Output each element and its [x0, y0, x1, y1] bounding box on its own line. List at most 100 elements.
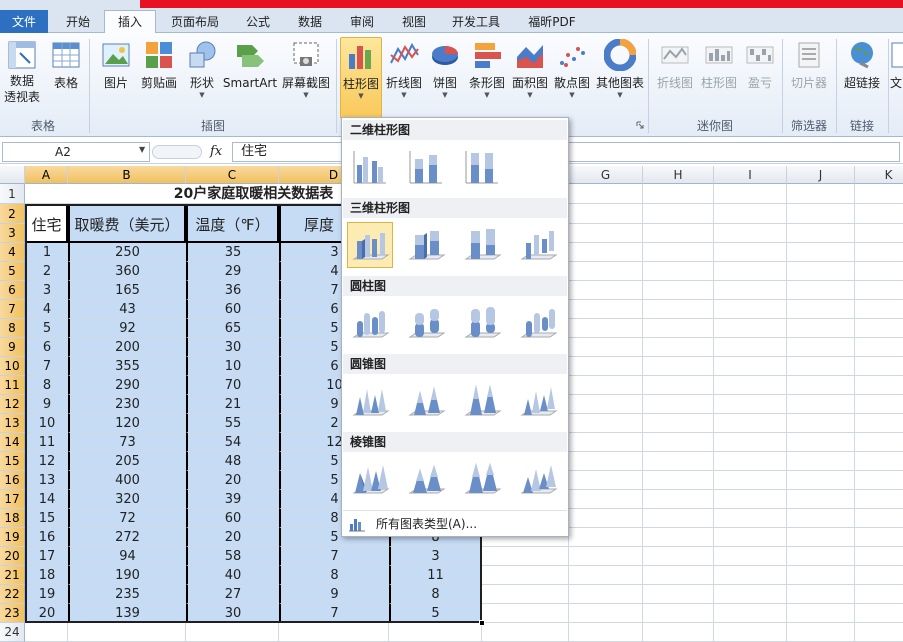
grid-cell[interactable]	[855, 319, 903, 338]
grid-cell[interactable]	[787, 224, 855, 243]
grid-cell[interactable]	[787, 395, 855, 414]
grid-cell[interactable]	[643, 547, 714, 566]
table-cell[interactable]: 8	[279, 566, 389, 585]
grid-cell[interactable]	[714, 357, 787, 376]
grid-cell[interactable]	[714, 395, 787, 414]
pie-chart-button[interactable]: 饼图 ▼	[426, 37, 464, 115]
row-header[interactable]: 3	[0, 224, 25, 243]
grid-cell[interactable]	[787, 452, 855, 471]
grid-cell[interactable]	[569, 566, 643, 585]
grid-cell[interactable]	[714, 547, 787, 566]
table-cell[interactable]: 10	[25, 414, 68, 433]
grid-cell[interactable]	[643, 319, 714, 338]
tab-insert[interactable]: 插入	[104, 10, 156, 35]
table-cell[interactable]: 72	[68, 509, 186, 528]
grid-cell[interactable]	[855, 376, 903, 395]
chart-2d-stacked-column[interactable]	[403, 144, 449, 190]
chart-pyramid-100-stacked[interactable]	[459, 456, 505, 502]
grid-cell[interactable]	[787, 300, 855, 319]
table-cell[interactable]: 139	[68, 604, 186, 623]
row-header[interactable]: 1	[0, 184, 25, 204]
chart-3d-100-stacked-column[interactable]	[459, 222, 505, 268]
grid-cell[interactable]	[787, 509, 855, 528]
grid-cell[interactable]	[569, 376, 643, 395]
grid-cell[interactable]	[569, 585, 643, 604]
table-cell[interactable]: 3	[389, 547, 482, 566]
tab-view[interactable]: 视图	[390, 12, 438, 34]
other-charts-button[interactable]: 其他图表 ▼	[594, 37, 646, 115]
row-header[interactable]: 6	[0, 281, 25, 300]
grid-cell[interactable]	[714, 224, 787, 243]
column-chart-button[interactable]: 柱形图 ▼	[340, 37, 382, 119]
grid-cell[interactable]	[643, 281, 714, 300]
grid-cell[interactable]	[787, 414, 855, 433]
grid-cell[interactable]	[855, 623, 903, 642]
chart-2d-100-stacked-column[interactable]	[459, 144, 505, 190]
grid-cell[interactable]	[569, 357, 643, 376]
chart-cone-clustered[interactable]	[347, 378, 393, 424]
select-all-corner[interactable]	[0, 166, 25, 184]
grid-cell[interactable]	[855, 224, 903, 243]
table-cell[interactable]: 30	[186, 338, 279, 357]
grid-cell[interactable]	[68, 623, 186, 642]
grid-cell[interactable]	[855, 433, 903, 452]
grid-cell[interactable]	[482, 585, 569, 604]
grid-cell[interactable]	[787, 433, 855, 452]
table-cell[interactable]: 320	[68, 490, 186, 509]
table-header-cell[interactable]: 温度（℉）	[186, 204, 279, 243]
grid-cell[interactable]	[643, 338, 714, 357]
grid-cell[interactable]	[569, 604, 643, 623]
grid-cell[interactable]	[787, 585, 855, 604]
grid-cell[interactable]	[643, 433, 714, 452]
grid-cell[interactable]	[855, 204, 903, 224]
table-cell[interactable]: 360	[68, 262, 186, 281]
grid-cell[interactable]	[643, 566, 714, 585]
sparkline-line-button[interactable]: 折线图	[654, 37, 696, 115]
row-header[interactable]: 12	[0, 395, 25, 414]
grid-cell[interactable]	[855, 452, 903, 471]
table-cell[interactable]: 8	[389, 585, 482, 604]
chart-pyramid-stacked[interactable]	[403, 456, 449, 502]
table-cell[interactable]: 94	[68, 547, 186, 566]
table-cell[interactable]: 20	[25, 604, 68, 623]
chart-cone-3d[interactable]	[515, 378, 561, 424]
grid-cell[interactable]	[714, 490, 787, 509]
grid-cell[interactable]	[787, 319, 855, 338]
table-cell[interactable]: 20	[186, 528, 279, 547]
grid-cell[interactable]	[855, 566, 903, 585]
grid-cell[interactable]	[482, 566, 569, 585]
insert-function-icon[interactable]: fx	[210, 142, 230, 162]
grid-cell[interactable]	[855, 509, 903, 528]
row-header[interactable]: 4	[0, 243, 25, 262]
grid-cell[interactable]	[787, 281, 855, 300]
column-header[interactable]: B	[68, 166, 186, 184]
row-header[interactable]: 14	[0, 433, 25, 452]
grid-cell[interactable]	[787, 262, 855, 281]
grid-cell[interactable]	[569, 262, 643, 281]
table-cell[interactable]: 18	[25, 566, 68, 585]
sparkline-winloss-button[interactable]: 盈亏	[742, 37, 778, 115]
table-cell[interactable]: 48	[186, 452, 279, 471]
grid-cell[interactable]	[855, 547, 903, 566]
table-cell[interactable]: 7	[279, 547, 389, 566]
chart-cone-stacked[interactable]	[403, 378, 449, 424]
tab-home[interactable]: 开始	[52, 12, 104, 34]
grid-cell[interactable]	[714, 528, 787, 547]
grid-cell[interactable]	[569, 471, 643, 490]
table-cell[interactable]: 58	[186, 547, 279, 566]
grid-cell[interactable]	[569, 509, 643, 528]
grid-cell[interactable]	[787, 490, 855, 509]
grid-cell[interactable]	[569, 300, 643, 319]
table-cell[interactable]: 1	[25, 243, 68, 262]
table-cell[interactable]: 36	[186, 281, 279, 300]
grid-cell[interactable]	[643, 528, 714, 547]
table-cell[interactable]: 60	[186, 300, 279, 319]
table-cell[interactable]: 2	[25, 262, 68, 281]
grid-cell[interactable]	[714, 604, 787, 623]
chart-pyramid-3d[interactable]	[515, 456, 561, 502]
grid-cell[interactable]	[714, 414, 787, 433]
picture-button[interactable]: 图片	[98, 37, 134, 115]
table-cell[interactable]: 5	[25, 319, 68, 338]
grid-cell[interactable]	[569, 243, 643, 262]
row-header[interactable]: 10	[0, 357, 25, 376]
